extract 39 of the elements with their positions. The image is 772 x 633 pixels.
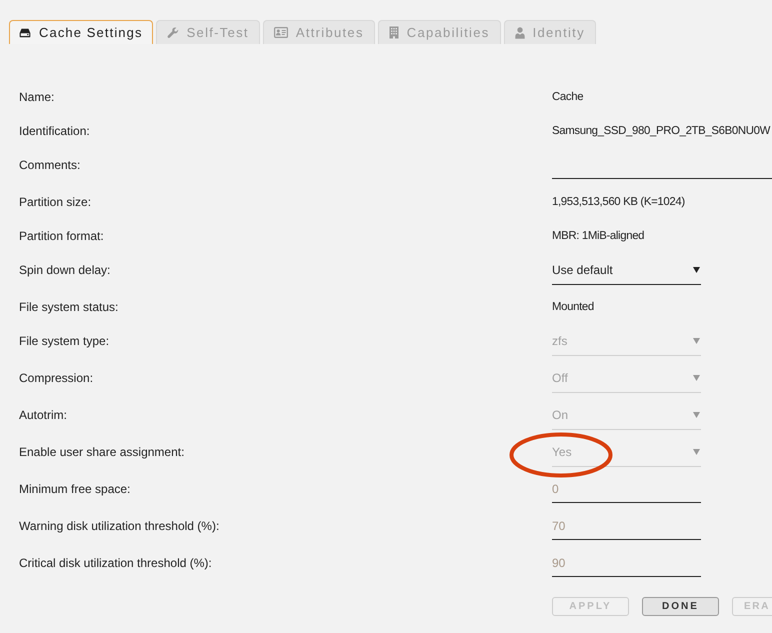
input-field[interactable]: 90	[552, 555, 701, 577]
field-label: File system type:	[19, 333, 110, 349]
caret-icon	[693, 338, 700, 344]
tab[interactable]: Self-Test	[156, 20, 260, 44]
building-icon	[388, 26, 399, 39]
drive-icon	[19, 28, 31, 38]
caret-icon	[693, 449, 700, 455]
input-field[interactable]: 70	[552, 518, 701, 540]
field-label: Critical disk utilization threshold (%):	[19, 555, 212, 571]
field-value: MBR: 1MiB-aligned	[552, 229, 644, 244]
field-value: Samsung_SSD_980_PRO_2TB_S6B0NU0W	[552, 124, 770, 139]
caret-icon	[693, 375, 700, 381]
field-value: Cache	[552, 90, 584, 105]
tab[interactable]: Capabilities	[378, 20, 501, 44]
dropdown[interactable]: Use default	[552, 262, 701, 285]
field-label: Identification:	[19, 123, 90, 139]
field-label: Enable user share assignment:	[19, 444, 184, 460]
field-label: Partition size:	[19, 194, 92, 210]
field-value: 1,953,513,560 KB (K=1024)	[552, 195, 685, 210]
tab[interactable]: Attributes	[262, 20, 375, 44]
field-label: File system status:	[19, 299, 118, 315]
field-label: Spin down delay:	[19, 262, 110, 278]
field-value: Mounted	[552, 300, 594, 315]
field-label: Warning disk utilization threshold (%):	[19, 518, 220, 534]
field-label: Partition format:	[19, 228, 104, 244]
id-card-icon	[274, 27, 288, 38]
user-icon	[514, 26, 525, 38]
field-label: Compression:	[19, 370, 94, 386]
field-label: Minimum free space:	[19, 481, 130, 497]
field-label: Autotrim:	[19, 407, 68, 423]
tab[interactable]: Identity	[504, 20, 596, 44]
field-label: Name:	[19, 89, 54, 105]
form-button[interactable]: DONE	[642, 597, 719, 616]
wrench-icon	[166, 26, 179, 38]
caret-icon	[693, 412, 700, 418]
tab[interactable]: Cache Settings	[9, 20, 153, 44]
input-field[interactable]: 0	[552, 481, 701, 503]
caret-icon	[693, 267, 700, 273]
field-label: Comments:	[19, 157, 80, 173]
